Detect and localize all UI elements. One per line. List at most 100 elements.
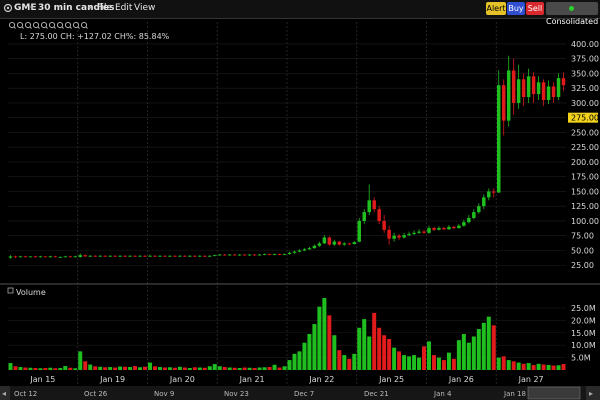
volume-bar[interactable] (63, 366, 68, 370)
candle[interactable] (33, 255, 38, 258)
candle[interactable] (168, 255, 172, 257)
candle[interactable] (103, 255, 107, 257)
zoom-fit-tool-icon[interactable] (40, 21, 48, 29)
candle[interactable] (337, 241, 342, 246)
volume-bar[interactable] (322, 298, 327, 370)
candle[interactable] (183, 255, 187, 257)
candle[interactable] (397, 233, 401, 240)
candle[interactable] (232, 254, 237, 256)
volume-bar[interactable] (78, 351, 83, 370)
volume-panel-toggle-icon[interactable] (7, 287, 14, 294)
volume-bar[interactable] (491, 325, 496, 370)
menu-file[interactable]: File (97, 3, 112, 13)
volume-bar[interactable] (252, 368, 257, 370)
volume-bar[interactable] (377, 327, 382, 370)
volume-bar[interactable] (192, 367, 197, 370)
volume-bar[interactable] (397, 351, 402, 370)
candle[interactable] (422, 229, 426, 234)
candle[interactable] (312, 244, 317, 249)
volume-bar[interactable] (167, 367, 172, 370)
candle[interactable] (58, 256, 63, 258)
candle[interactable] (367, 184, 371, 216)
candle[interactable] (536, 76, 541, 100)
candle[interactable] (138, 255, 142, 257)
volume-bar[interactable] (292, 353, 297, 370)
volume-bar[interactable] (28, 367, 33, 370)
volume-bar[interactable] (133, 366, 138, 370)
volume-bar[interactable] (207, 366, 212, 370)
candle[interactable] (237, 254, 242, 256)
volume-bar[interactable] (23, 367, 28, 370)
candle[interactable] (477, 203, 481, 214)
candle[interactable] (352, 241, 357, 245)
candle[interactable] (28, 256, 33, 258)
candle[interactable] (412, 230, 416, 236)
candle[interactable] (516, 64, 521, 109)
candle[interactable] (198, 255, 202, 257)
zoom-out-tool-icon[interactable] (24, 21, 32, 29)
volume-bar[interactable] (471, 336, 476, 370)
candle[interactable] (257, 254, 262, 256)
volume-bar[interactable] (352, 353, 357, 370)
candle[interactable] (158, 255, 162, 257)
candle[interactable] (148, 254, 152, 257)
candle[interactable] (417, 229, 421, 234)
candle[interactable] (437, 226, 441, 231)
candle[interactable] (551, 82, 556, 103)
buy-button[interactable]: Buy (507, 2, 525, 15)
volume-bar[interactable] (362, 319, 367, 370)
candle[interactable] (188, 255, 192, 257)
volume-bar[interactable] (38, 368, 43, 370)
menu-edit[interactable]: Edit (115, 3, 132, 13)
volume-bar[interactable] (237, 368, 242, 370)
volume-bar[interactable] (526, 363, 531, 370)
volume-bar[interactable] (177, 366, 182, 370)
volume-bar[interactable] (182, 367, 187, 370)
volume-bar[interactable] (382, 335, 387, 370)
volume-bar[interactable] (103, 367, 108, 370)
candle[interactable] (227, 254, 232, 256)
volume-bar[interactable] (402, 355, 407, 370)
volume-bar[interactable] (481, 322, 486, 370)
candle[interactable] (208, 255, 212, 257)
volume-bar[interactable] (496, 357, 501, 370)
volume-bar[interactable] (33, 368, 38, 370)
candle[interactable] (252, 254, 257, 256)
candle[interactable] (173, 255, 177, 257)
volume-bar[interactable] (367, 336, 372, 370)
interval-dropdown-icon[interactable]: ▾ (88, 4, 92, 12)
candle[interactable] (83, 254, 87, 257)
volume-bar[interactable] (337, 350, 342, 370)
volume-bar[interactable] (436, 357, 441, 370)
volume-bar[interactable] (407, 356, 412, 370)
volume-bar[interactable] (501, 356, 506, 370)
volume-bar[interactable] (187, 368, 192, 370)
volume-bar[interactable] (451, 358, 456, 370)
candle[interactable] (506, 55, 511, 127)
volume-bar[interactable] (13, 366, 18, 370)
candle[interactable] (68, 255, 73, 258)
candle[interactable] (332, 239, 337, 246)
candle[interactable] (297, 249, 302, 253)
move-tool-icon[interactable] (48, 21, 56, 29)
volume-bar[interactable] (113, 367, 118, 370)
volume-bar[interactable] (556, 365, 561, 370)
volume-bar[interactable] (461, 334, 466, 370)
candle[interactable] (272, 253, 277, 256)
candle[interactable] (262, 253, 267, 256)
candle[interactable] (442, 226, 446, 231)
candle[interactable] (387, 225, 391, 245)
candle[interactable] (531, 72, 536, 103)
candle[interactable] (541, 79, 546, 106)
candle[interactable] (511, 58, 516, 115)
candle[interactable] (23, 255, 28, 258)
menu-view[interactable]: View (134, 3, 155, 13)
candle[interactable] (432, 226, 436, 232)
candle[interactable] (282, 253, 287, 256)
volume-bar[interactable] (93, 366, 98, 370)
candle[interactable] (247, 254, 252, 256)
candle[interactable] (357, 218, 361, 243)
candle[interactable] (526, 68, 531, 103)
candle[interactable] (242, 254, 247, 256)
candle[interactable] (277, 253, 282, 256)
